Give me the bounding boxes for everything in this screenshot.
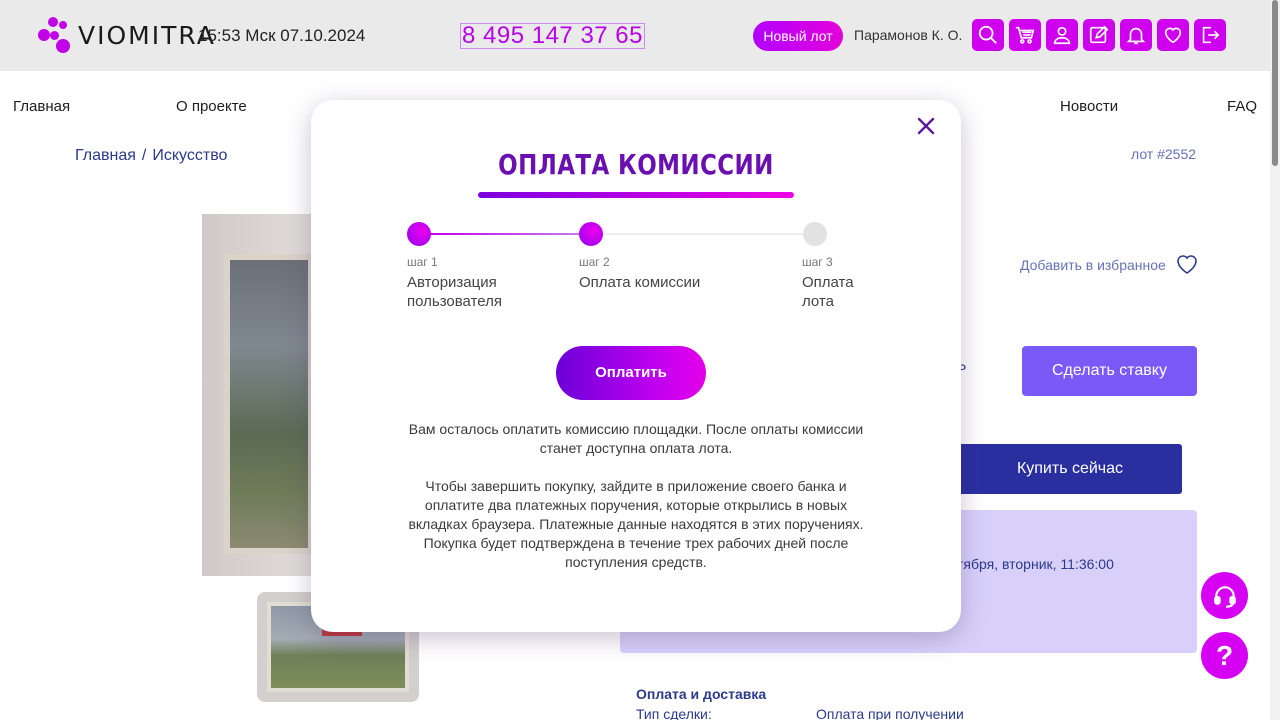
deal-type-label: Тип сделки: [636,706,712,720]
page-scrollbar[interactable] [1270,0,1280,720]
logo-text: VIOMITRA [78,20,216,50]
logo[interactable]: VIOMITRA [36,17,216,53]
modal-text-2-line-3: вкладках браузера. Платежные данные нахо… [408,516,864,532]
nav-item-news[interactable]: Новости [1060,98,1118,115]
logo-mark-icon [36,17,72,53]
step-connector-todo [603,233,803,235]
step-2-label: Оплата комиссии [579,274,701,291]
clock: 15:53 Мск 07.10.2024 [198,26,366,45]
step-3-indicator [803,222,827,246]
lot-number: лот #2552 [1131,146,1197,162]
close-icon[interactable] [916,116,936,136]
nav-item-home[interactable]: Главная [13,98,70,115]
step-1-label-line2: пользователя [407,293,502,310]
edit-icon[interactable] [1083,19,1115,51]
bell-icon[interactable] [1120,19,1152,51]
modal-text-2-line-5: поступления средств. [565,554,707,570]
user-icon[interactable] [1046,19,1078,51]
step-3-label-line1: Оплата [802,274,854,291]
headset-icon [1213,585,1236,608]
search-icon[interactable] [972,19,1004,51]
step-1-number: шаг 1 [407,255,438,269]
scrollbar-thumb[interactable] [1272,0,1278,166]
user-name[interactable]: Парамонов К. О. [854,27,962,43]
modal-title: ОПЛАТА КОМИССИИ [498,148,774,181]
modal-text-2-line-1: Чтобы завершить покупку, зайдите в прило… [425,478,847,494]
heart-outline-icon[interactable] [1175,253,1199,275]
site-header: VIOMITRA 15:53 Мск 07.10.2024 8 495 147 … [0,0,1270,71]
breadcrumb-category[interactable]: Искусство [152,147,227,164]
logout-icon[interactable] [1194,19,1226,51]
deal-type-value: Оплата при получении [816,706,964,720]
nav-item-faq[interactable]: FAQ [1227,98,1257,115]
modal-text-2-line-4: Покупка будет подтверждена в течение тре… [423,535,849,551]
buy-now-button[interactable]: Купить сейчас [958,444,1182,494]
support-button[interactable] [1201,572,1248,619]
header-icon-bar [972,19,1226,51]
modal-text-instructions: Чтобы завершить покупку, зайдите в прило… [366,477,906,572]
title-underline [478,192,794,198]
step-connector-done [431,233,581,235]
modal-text-1-line-1: Вам осталось оплатить комиссию площадки.… [408,421,864,437]
place-bid-button[interactable]: Сделать ставку [1022,346,1197,396]
step-2-number: шаг 2 [579,255,610,269]
new-lot-button[interactable]: Новый лот [753,21,843,51]
pay-commission-button[interactable]: Оплатить [556,346,706,400]
modal-text-1-line-2: станет доступна оплата лота. [539,440,733,456]
payment-delivery-title: Оплата и доставка [636,686,767,702]
phone-number[interactable]: 8 495 147 37 65 [460,23,645,49]
nav-item-about[interactable]: О проекте [176,98,247,115]
painting-image [224,254,314,554]
step-2-indicator [579,222,603,246]
step-1-label-line1: Авторизация [407,274,497,291]
modal-text-2-line-2: оплатите два платежных поручения, которы… [424,497,848,513]
auction-end-date: тября, вторник, 11:36:00 [957,556,1114,572]
heart-icon[interactable] [1157,19,1189,51]
step-3-label-line2: лота [802,293,834,310]
step-3-number: шаг 3 [802,255,833,269]
breadcrumb: Главная / Искусство [75,147,227,165]
breadcrumb-home[interactable]: Главная [75,147,136,164]
step-3-label: Оплата лота [802,273,854,311]
step-1-indicator [407,222,431,246]
step-1-label: Авторизация пользователя [407,273,502,311]
cart-icon[interactable] [1009,19,1041,51]
breadcrumb-separator: / [141,147,147,164]
help-button[interactable]: ? [1201,632,1248,679]
modal-text-commission: Вам осталось оплатить комиссию площадки.… [366,420,906,458]
add-to-favorites-link[interactable]: Добавить в избранное [1020,257,1166,273]
